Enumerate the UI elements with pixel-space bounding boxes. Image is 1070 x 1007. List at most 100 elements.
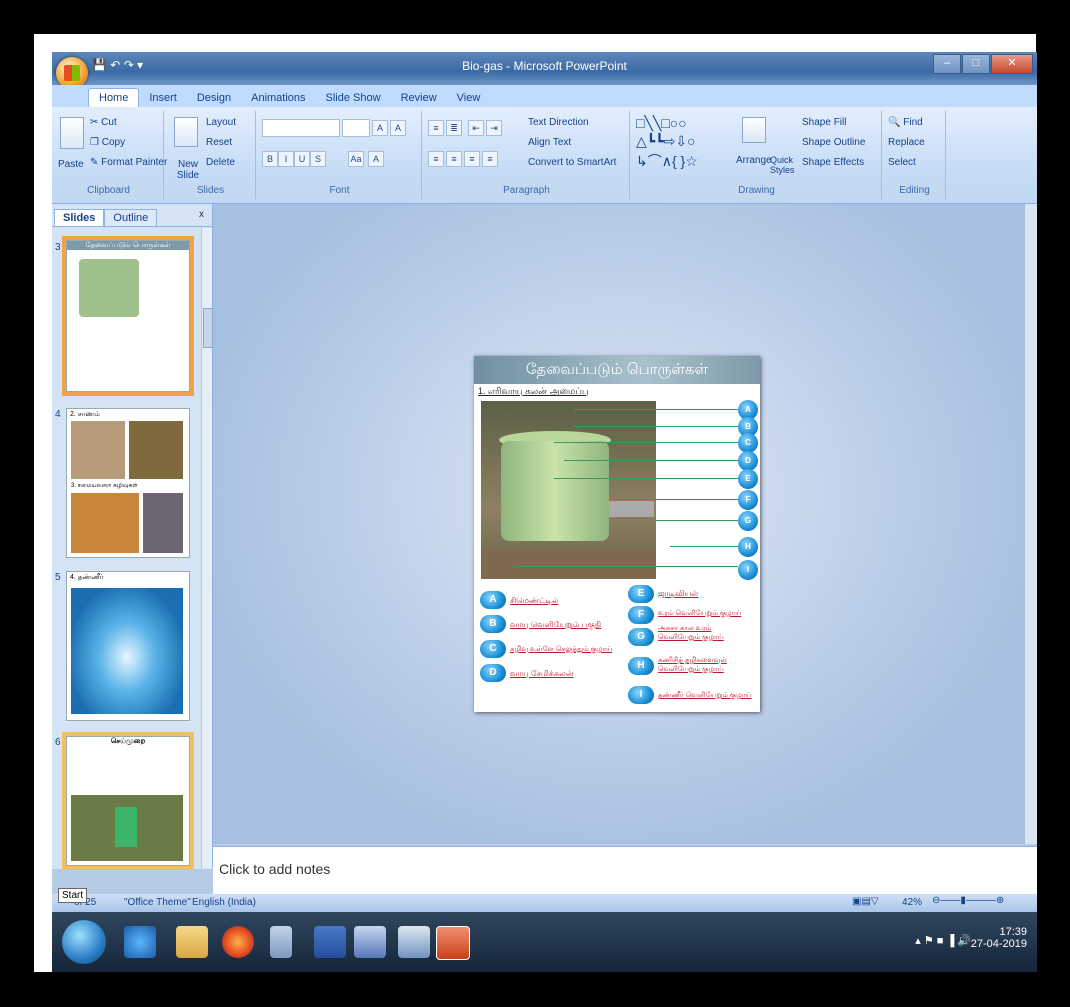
quick-styles-button[interactable]: Quick Styles xyxy=(770,155,795,175)
align-text-button[interactable]: Align Text xyxy=(528,137,571,148)
thumbnail-title: 4. தண்ணீர் xyxy=(70,574,104,581)
ground xyxy=(481,549,656,579)
layout-button[interactable]: Layout xyxy=(206,117,236,128)
replace-button[interactable]: Replace xyxy=(888,137,925,148)
editor-scrollbar[interactable] xyxy=(1024,204,1037,844)
align-right-icon[interactable]: ≡ xyxy=(464,151,480,167)
tray-icons[interactable]: ▴ ⚑ ■ ▐ 🔊 xyxy=(915,934,971,947)
shape-outline-button[interactable]: Shape Outline xyxy=(802,137,865,148)
notes-pane[interactable]: Click to add notes xyxy=(213,846,1037,894)
close-button[interactable]: ✕ xyxy=(991,54,1033,74)
shrink-font-icon[interactable]: A xyxy=(390,120,406,136)
thumbnail-image xyxy=(71,493,139,553)
close-icon[interactable]: x xyxy=(199,209,204,220)
language-indicator[interactable]: English (India) xyxy=(192,897,256,908)
tab-insert[interactable]: Insert xyxy=(139,89,187,107)
clock-date[interactable]: 27-04-2019 xyxy=(971,938,1027,950)
legend-text-f: உரம் வெளியேறும் குழாய் xyxy=(658,610,742,617)
title-bar: 💾 ↶ ↷ ▾ Bio-gas - Microsoft PowerPoint –… xyxy=(52,52,1037,89)
shape-fill-button[interactable]: Shape Fill xyxy=(802,117,846,128)
grow-font-icon[interactable]: A xyxy=(372,120,388,136)
shapes-gallery[interactable]: □╲╲□○○ xyxy=(636,115,687,132)
start-tooltip: Start xyxy=(58,888,88,903)
find-button[interactable]: 🔍 Find xyxy=(888,117,923,128)
file-explorer-icon[interactable] xyxy=(176,926,208,958)
tab-view[interactable]: View xyxy=(447,89,491,107)
font-size-box[interactable] xyxy=(342,119,370,137)
start-button[interactable] xyxy=(62,920,106,964)
slide-thumbnail-5[interactable]: 4. தண்ணீர் xyxy=(66,571,190,721)
legend-text-i: தண்ணீர் வெளியேறும் குழாய் xyxy=(658,692,752,699)
arrange-button[interactable]: Arrange xyxy=(736,155,772,166)
italic-icon[interactable]: I xyxy=(278,151,294,167)
legend-text-h: கணிசித் தழிகளைவுள் வெளியேறும் குழாய் xyxy=(658,657,727,673)
calculator-icon[interactable] xyxy=(270,926,292,958)
cut-button[interactable]: ✂ Cut xyxy=(90,117,117,128)
arrange-icon[interactable] xyxy=(742,117,766,143)
decrease-indent-icon[interactable]: ⇤ xyxy=(468,120,484,136)
font-label: Font xyxy=(258,183,421,199)
word-icon[interactable] xyxy=(354,926,386,958)
legend-badge-a: A xyxy=(480,591,506,609)
increase-indent-icon[interactable]: ⇥ xyxy=(486,120,502,136)
bold-icon[interactable]: B xyxy=(262,151,278,167)
clipboard-label: Clipboard xyxy=(54,183,163,199)
zoom-level[interactable]: 42% xyxy=(902,897,922,908)
pane-scrollbar[interactable] xyxy=(201,228,213,868)
minimize-button[interactable]: – xyxy=(933,54,961,74)
font-color-icon[interactable]: A xyxy=(368,151,384,167)
legend-badge-h: H xyxy=(628,657,654,675)
clock-time[interactable]: 17:39 xyxy=(971,926,1027,938)
outlook-icon[interactable] xyxy=(314,926,346,958)
maximize-button[interactable]: □ xyxy=(962,54,990,74)
tab-design[interactable]: Design xyxy=(187,89,241,107)
firefox-icon[interactable] xyxy=(222,926,254,958)
view-buttons[interactable]: ▣▤▽ xyxy=(852,896,879,907)
format-painter-button[interactable]: ✎ Format Painter xyxy=(90,157,167,168)
paste-button[interactable]: Paste xyxy=(58,159,84,170)
new-slide-icon[interactable] xyxy=(174,117,198,147)
shape-effects-button[interactable]: Shape Effects xyxy=(802,157,864,168)
scroll-thumb[interactable] xyxy=(203,308,213,348)
delete-button[interactable]: Delete xyxy=(206,157,235,168)
align-left-icon[interactable]: ≡ xyxy=(428,151,444,167)
water-ripple-image xyxy=(71,588,183,714)
tab-slides[interactable]: Slides xyxy=(54,209,105,226)
legend-badge-b: B xyxy=(480,615,506,633)
strikethrough-icon[interactable]: S xyxy=(310,151,326,167)
tab-outline[interactable]: Outline xyxy=(104,209,158,226)
biogas-tank xyxy=(501,441,609,541)
numbering-icon[interactable]: ≣ xyxy=(446,120,462,136)
copy-button[interactable]: ❐ Copy xyxy=(90,137,125,148)
ribbon-tabs: Home Insert Design Animations Slide Show… xyxy=(52,85,1037,107)
text-direction-button[interactable]: Text Direction xyxy=(528,117,589,128)
shapes-gallery-row2[interactable]: △┗┗⇨⇩○ xyxy=(636,133,696,150)
powerpoint-icon[interactable] xyxy=(436,926,470,960)
window-title: Bio-gas - Microsoft PowerPoint xyxy=(462,59,627,73)
new-slide-button[interactable]: New Slide xyxy=(170,159,206,181)
system-tray: ▴ ⚑ ■ ▐ 🔊 17:39 27-04-2019 xyxy=(915,926,1027,950)
underline-icon[interactable]: U xyxy=(294,151,310,167)
brush-icon: ✎ xyxy=(90,157,99,168)
window-manager-icon[interactable] xyxy=(398,926,430,958)
change-case-icon[interactable]: Aa xyxy=(348,151,364,167)
slide-thumbnail-3[interactable]: தேவைப்படும் பொருள்கள் xyxy=(62,236,194,396)
tab-animations[interactable]: Animations xyxy=(241,89,315,107)
select-button[interactable]: Select xyxy=(888,157,916,168)
bullets-icon[interactable]: ≡ xyxy=(428,120,444,136)
tab-review[interactable]: Review xyxy=(391,89,447,107)
convert-smartart-button[interactable]: Convert to SmartArt xyxy=(528,157,616,168)
slide-thumbnail-4[interactable]: 2. சாணம் 3. சமையலறை கழிவுகள் xyxy=(66,408,190,558)
align-center-icon[interactable]: ≡ xyxy=(446,151,462,167)
reset-button[interactable]: Reset xyxy=(206,137,232,148)
paste-icon[interactable] xyxy=(60,117,84,149)
slide-thumbnail-6[interactable]: செய்முறை xyxy=(62,732,194,870)
tab-slide-show[interactable]: Slide Show xyxy=(316,89,391,107)
font-name-box[interactable] xyxy=(262,119,340,137)
current-slide[interactable]: தேவைப்படும் பொருள்கள் 1. எரிவாயு கலன் அம… xyxy=(474,356,760,712)
shapes-gallery-row3[interactable]: ↳⌒∧{ }☆ xyxy=(636,151,698,171)
justify-icon[interactable]: ≡ xyxy=(482,151,498,167)
internet-explorer-icon[interactable] xyxy=(124,926,156,958)
tab-home[interactable]: Home xyxy=(88,88,140,107)
zoom-slider[interactable]: ⊖——▮———⊕ xyxy=(932,895,1004,906)
